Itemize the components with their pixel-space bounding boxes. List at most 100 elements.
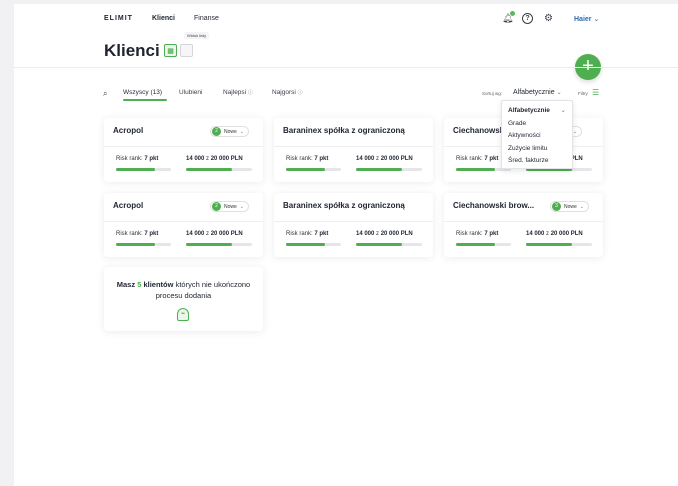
list-view-icon[interactable]: [180, 44, 193, 57]
client-name: Acropol: [113, 201, 144, 210]
sort-option-label: Alfabetycznie: [508, 107, 550, 114]
sort-option[interactable]: Grade: [502, 118, 572, 131]
limit-progress-fill: [186, 168, 233, 171]
nav-link-clients[interactable]: Klienci: [152, 15, 175, 22]
limit-sep: z: [206, 231, 210, 237]
limit-used: 14 000: [186, 156, 205, 162]
risk-progress-bar: [116, 168, 171, 171]
risk-progress-bar: [116, 243, 171, 246]
card-divider: [274, 221, 433, 222]
tab-all[interactable]: Wszyscy (13): [123, 89, 162, 96]
client-name: Ciechanowski brow...: [453, 201, 535, 210]
risk-rank: Risk rank: 7 pkt: [286, 231, 328, 237]
limit-progress-fill: [356, 168, 403, 171]
sort-dropdown: Alfabetycznie ⌄ Grade Aktywności Zużycie …: [501, 100, 573, 169]
filters-label: Filtry: [578, 91, 588, 96]
sort-select[interactable]: Alfabetycznie ⌄: [513, 89, 562, 96]
limit-used: 14 000: [526, 231, 545, 237]
risk-label: Risk rank:: [456, 156, 483, 162]
new-badge[interactable]: 2 Nowe ⌄: [210, 201, 249, 212]
tab-best[interactable]: Najlepsi ⓘ: [223, 89, 253, 96]
nav-link-finance[interactable]: Finanse: [194, 15, 219, 22]
chevron-down-icon: ⌄: [239, 128, 244, 135]
limit-progress-bar: [186, 243, 252, 246]
new-badge[interactable]: 3 Nowe ⌄: [550, 201, 589, 212]
risk-value: 7 pkt: [484, 231, 499, 237]
limit-progress-bar: [186, 168, 252, 171]
credit-limit: 14 000 z 20 000 PLN: [186, 231, 243, 237]
risk-rank: Risk rank: 7 pkt: [456, 231, 498, 237]
grid-view-icon[interactable]: ▦: [164, 44, 177, 57]
tab-worst[interactable]: Najgorsi ⓘ: [272, 89, 303, 96]
credit-limit: 14 000 z 20 000 PLN: [356, 156, 413, 162]
limit-used: 14 000: [356, 156, 375, 162]
risk-progress-fill: [456, 243, 495, 246]
app-logo[interactable]: ELIMIT: [104, 15, 133, 22]
risk-value: 7 pkt: [314, 156, 329, 162]
credit-limit: 14 000 z 20 000 PLN: [526, 231, 583, 237]
risk-progress-fill: [286, 243, 325, 246]
risk-value: 7 pkt: [314, 231, 329, 237]
limit-progress-fill: [356, 243, 403, 246]
risk-label: Risk rank:: [286, 156, 313, 162]
chevron-down-icon: ⌄: [239, 203, 244, 210]
ghost-icon: ••: [177, 308, 189, 321]
sort-option[interactable]: Alfabetycznie ⌄: [502, 105, 572, 118]
info-icon: ⓘ: [297, 90, 303, 96]
client-card[interactable]: Acropol 2 Nowe ⌄ Risk rank: 7 pkt 14 000 z 20…: [104, 193, 263, 257]
sort-option[interactable]: Zużycie limitu: [502, 143, 572, 156]
pending-count: 5: [137, 280, 142, 289]
risk-progress-bar: [286, 168, 341, 171]
risk-rank: Risk rank: 7 pkt: [286, 156, 328, 162]
search-icon[interactable]: ⌕: [103, 89, 107, 99]
risk-progress-fill: [116, 243, 155, 246]
view-tooltip: Widok listy: [184, 32, 210, 39]
limit-progress-bar: [356, 243, 422, 246]
user-name: Haier: [574, 16, 592, 23]
new-badge[interactable]: 2 Nowe ⌄: [210, 126, 249, 137]
client-card[interactable]: Ciechanowski brow... 3 Nowe ⌄ Risk rank: 7 p…: [444, 193, 603, 257]
client-card[interactable]: Baraninex spółka z ograniczoną Risk rank:…: [274, 118, 433, 182]
limit-used: 14 000: [356, 231, 375, 237]
risk-rank: Risk rank: 7 pkt: [116, 156, 158, 162]
client-name: Acropol: [113, 126, 144, 135]
user-menu[interactable]: Haier ⌄: [574, 15, 599, 23]
badge-count: 2: [212, 202, 221, 211]
limit-progress-bar: [526, 243, 592, 246]
badge-count: 3: [552, 202, 561, 211]
client-card[interactable]: Acropol 2 Nowe ⌄ Risk rank: 7 pkt 14 000 z 20…: [104, 118, 263, 182]
limit-progress-fill: [526, 243, 573, 246]
help-icon[interactable]: ?: [522, 13, 533, 24]
gear-icon[interactable]: ⚙: [543, 13, 554, 24]
limit-progress-bar: [356, 168, 422, 171]
tab-worst-label: Najgorsi: [272, 89, 296, 96]
limit-sep: z: [206, 156, 210, 162]
chevron-down-icon: ⌄: [556, 90, 562, 96]
client-card[interactable]: Baraninex spółka z ograniczoną Risk rank:…: [274, 193, 433, 257]
client-name: Baraninex spółka z ograniczoną: [283, 126, 405, 135]
risk-rank: Risk rank: 7 pkt: [456, 156, 498, 162]
chevron-down-icon: ⌄: [593, 16, 600, 23]
risk-label: Risk rank:: [286, 231, 313, 237]
sort-option[interactable]: Śred. fakturze: [502, 155, 572, 168]
filter-icon[interactable]: ☰: [592, 88, 599, 97]
risk-label: Risk rank:: [456, 231, 483, 237]
pending-clients-card[interactable]: Masz 5 klientów których nie ukończono pr…: [104, 267, 263, 331]
header-divider: [14, 67, 678, 68]
sort-option[interactable]: Aktywności: [502, 130, 572, 143]
limit-total: 20 000 PLN: [210, 156, 243, 162]
badge-label: Nowe: [224, 203, 237, 210]
chevron-down-icon: ⌄: [579, 203, 584, 210]
active-tab-indicator: [123, 99, 167, 101]
tab-favourites[interactable]: Ulubieni: [179, 89, 203, 96]
credit-limit: 14 000 z 20 000 PLN: [356, 231, 413, 237]
risk-value: 7 pkt: [484, 156, 499, 162]
risk-progress-fill: [456, 168, 495, 171]
chevron-down-icon: ⌄: [572, 128, 577, 135]
risk-progress-fill: [116, 168, 155, 171]
badge-label: Nowe: [224, 128, 237, 135]
credit-limit: 14 000 z 20 000 PLN: [186, 156, 243, 162]
client-name: Baraninex spółka z ograniczoną: [283, 201, 405, 210]
app-frame: ELIMIT Klienci Finanse 🔔︎ ? ⚙ Haier ⌄ Kl…: [14, 4, 678, 486]
limit-total: 20 000 PLN: [550, 231, 583, 237]
